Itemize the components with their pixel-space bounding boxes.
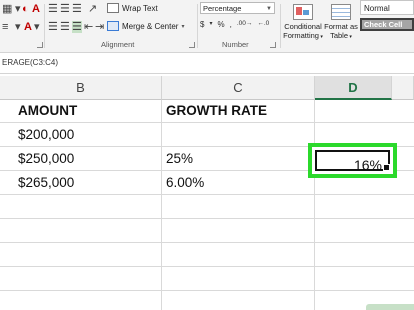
underline-icon[interactable]: ≡ [2, 21, 8, 33]
alignment-dialog-launcher-icon[interactable] [189, 42, 195, 48]
merge-center-icon [107, 21, 119, 31]
format-as-table-label-1: Format as [324, 22, 358, 31]
comma-button[interactable]: , [230, 20, 232, 29]
cell-b3[interactable]: $265,000 [18, 175, 74, 190]
format-as-table-icon [331, 4, 351, 20]
align-center-icon[interactable]: ☰ [60, 21, 70, 33]
formula-bar[interactable]: ERAGE(C3:C4) [0, 54, 414, 74]
selected-cell-value: 16% [353, 157, 382, 173]
align-left-icon[interactable]: ☰ [48, 21, 58, 33]
group-divider [197, 4, 198, 48]
format-as-table-label-2: Table ▾ [330, 31, 352, 40]
active-cell-border: 16% [315, 150, 390, 173]
group-divider [44, 4, 45, 48]
format-as-table-button[interactable]: Format as Table ▾ [324, 4, 358, 42]
row-gridline [0, 266, 414, 267]
conditional-formatting-button[interactable]: Conditional Formatting ▾ [283, 4, 323, 42]
cell-c2[interactable]: 25% [166, 151, 193, 166]
column-header-c[interactable]: C [162, 76, 315, 100]
cell-b2[interactable]: $250,000 [18, 151, 74, 166]
chevron-down-icon[interactable]: ▾ [181, 23, 184, 30]
chevron-down-icon[interactable]: ▾ [209, 20, 212, 29]
row-gridline [0, 242, 414, 243]
row-gridline [0, 194, 414, 195]
conditional-formatting-icon [293, 4, 313, 20]
wrap-text-label: Wrap Text [122, 3, 158, 13]
merge-center-label: Merge & Center [122, 21, 179, 31]
column-header-d[interactable]: D [315, 76, 392, 100]
increase-decimal-button[interactable]: .00→ [237, 20, 253, 29]
font-dialog-launcher-icon[interactable] [37, 42, 43, 48]
decrease-decimal-button[interactable]: ←.0 [257, 20, 269, 29]
number-group-label: Number [222, 40, 249, 49]
wrap-text-button[interactable]: Wrap Text [107, 3, 158, 13]
cell-c-header[interactable]: GROWTH RATE [166, 103, 267, 118]
cell-c3[interactable]: 6.00% [166, 175, 204, 190]
column-header-next[interactable] [392, 76, 414, 100]
merge-center-button[interactable]: Merge & Center ▾ [107, 21, 184, 31]
number-format-value: Percentage [203, 4, 242, 13]
align-top-icon[interactable]: ☰ [48, 3, 58, 15]
number-format-dropdown[interactable]: Percentage ▼ [200, 2, 275, 14]
font-color-icon[interactable]: A [32, 3, 40, 15]
chevron-down-icon[interactable]: ▾ [34, 21, 40, 33]
align-bottom-icon[interactable]: ☰ [72, 3, 82, 15]
align-right-icon[interactable]: ☰ [72, 21, 82, 33]
fill-color-icon[interactable]: ◐ [22, 3, 29, 15]
orientation-icon[interactable]: ↗ [88, 3, 97, 15]
cell-b1[interactable]: $200,000 [18, 127, 74, 142]
wrap-text-icon [107, 3, 119, 13]
cell-b-header[interactable]: AMOUNT [18, 103, 77, 118]
number-format-buttons: $ ▾ % , .00→ ←.0 [200, 20, 269, 29]
row-gridline [0, 218, 414, 219]
alignment-group-label: Alignment [101, 40, 135, 49]
group-divider [280, 4, 281, 48]
currency-button[interactable]: $ [200, 20, 204, 29]
borders-icon[interactable]: ▦ [2, 3, 12, 15]
number-dialog-launcher-icon[interactable] [270, 42, 276, 48]
font-color-icon[interactable]: A [24, 21, 32, 33]
style-check-cell[interactable]: Check Cell [360, 18, 414, 31]
align-middle-icon[interactable]: ☰ [60, 3, 70, 15]
style-normal[interactable]: Normal [360, 0, 414, 15]
formula-text: ERAGE(C3:C4) [2, 58, 59, 67]
increase-indent-icon[interactable]: ⇥ [95, 21, 104, 33]
chevron-down-icon: ▼ [266, 6, 272, 12]
fill-handle[interactable] [383, 164, 390, 171]
chevron-down-icon[interactable]: ▾ [15, 3, 21, 15]
chevron-down-icon[interactable]: ▾ [15, 21, 21, 33]
selected-cell-highlight[interactable]: 16% [308, 143, 397, 178]
row-gridline [0, 290, 414, 291]
ribbon: ▦ ▾ ◐ A ≡ ▾ A ▾ ☰ ☰ ☰ ↗ ☰ ☰ ☰ ⇤ ⇥ Wrap T… [0, 0, 414, 53]
conditional-formatting-label-1: Conditional [284, 22, 322, 31]
decrease-indent-icon[interactable]: ⇤ [84, 21, 93, 33]
column-header-b[interactable]: B [0, 76, 162, 100]
percent-button[interactable]: % [217, 20, 224, 29]
row-gridline [0, 122, 414, 123]
watermark-tab [366, 304, 414, 310]
conditional-formatting-label-2: Formatting ▾ [283, 31, 323, 40]
